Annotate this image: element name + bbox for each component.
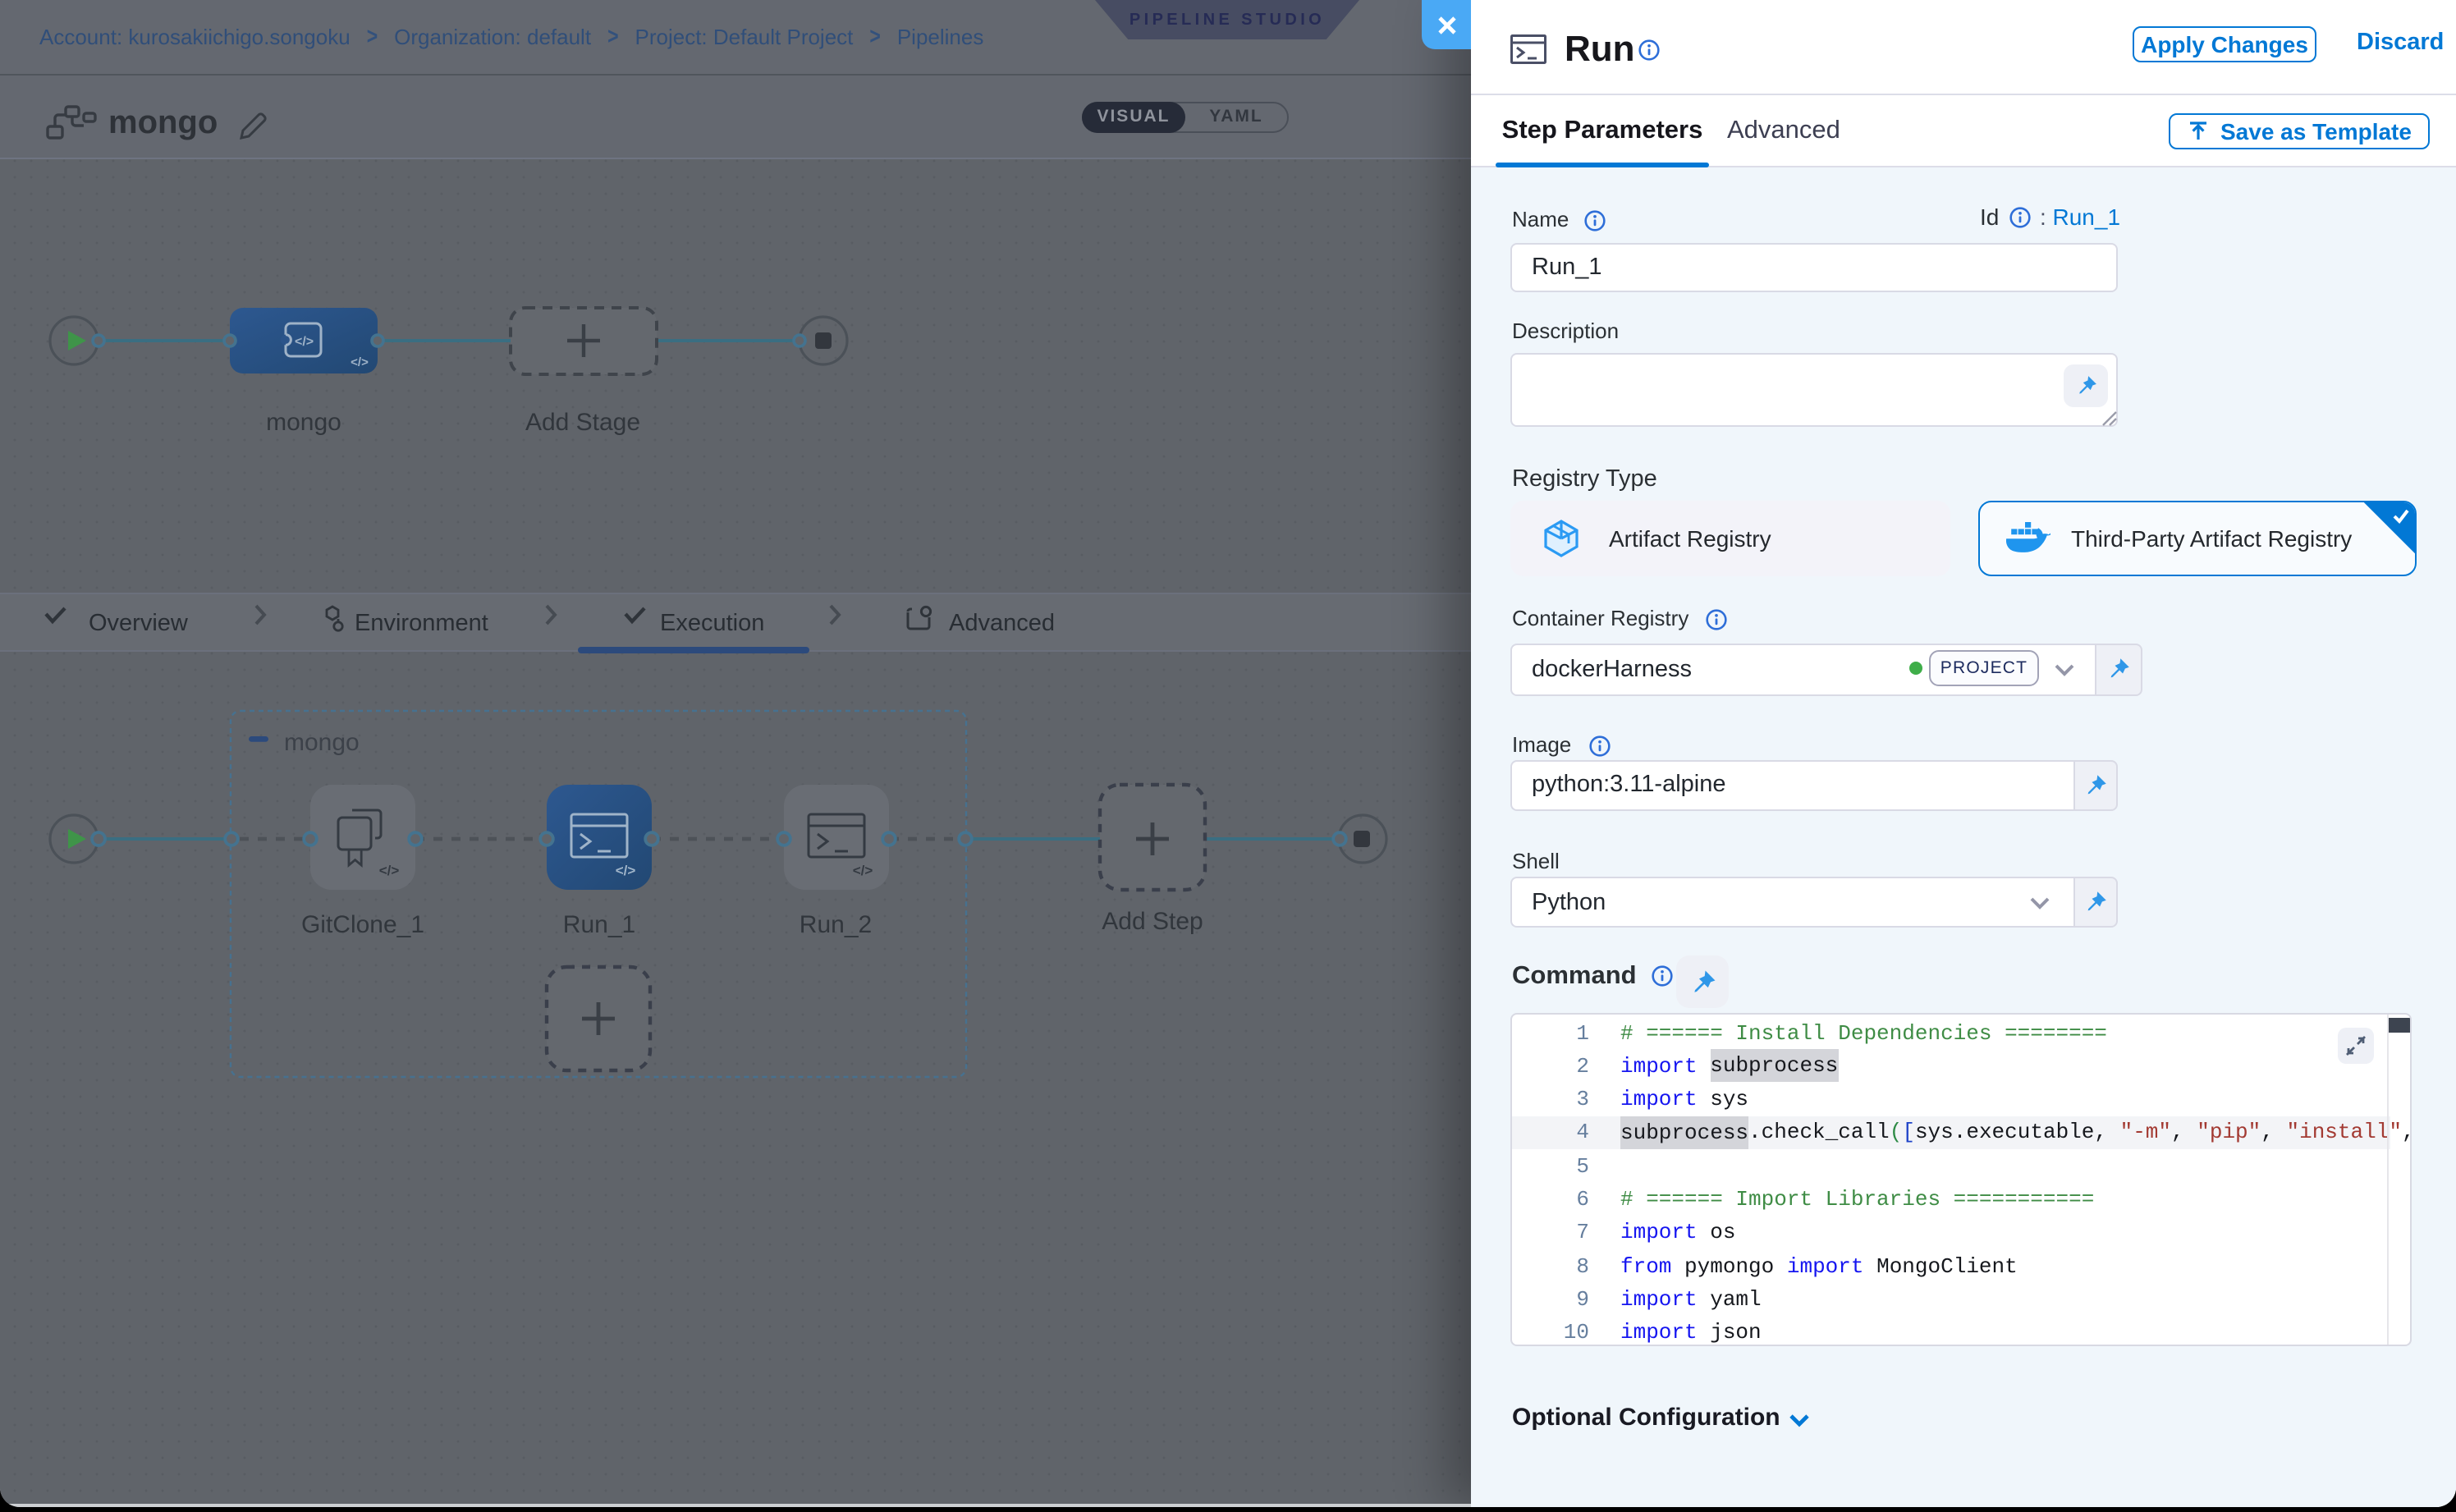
svg-text:</>: </> [351, 355, 369, 369]
svg-text:</>: </> [295, 335, 314, 349]
svg-text:</>: </> [853, 863, 873, 878]
svg-text:</>: </> [379, 863, 400, 878]
svg-text:</>: </> [616, 863, 636, 878]
